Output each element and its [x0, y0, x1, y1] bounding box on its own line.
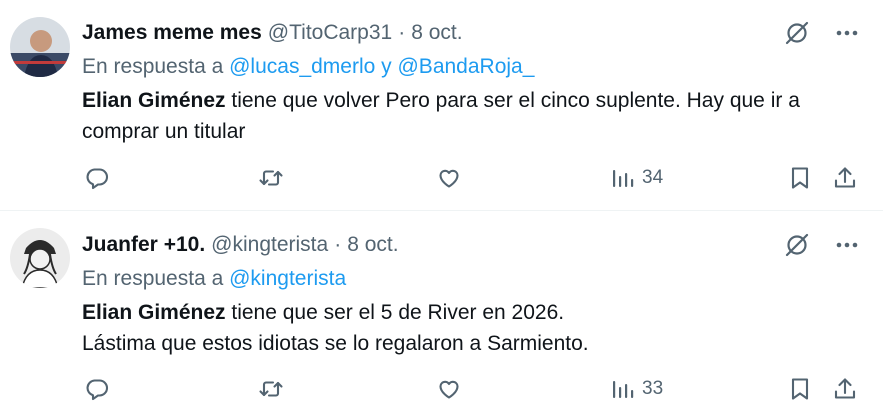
reply-prefix: En respuesta a — [82, 55, 224, 78]
tweet-text-bold: Elian Giménez — [82, 89, 226, 112]
tweet-text: Elian Giménez tiene que ser el 5 de Rive… — [82, 297, 871, 359]
more-icon[interactable] — [833, 231, 861, 259]
tweet[interactable]: Juanfer +10. @kingterista · 8 oct. En re… — [0, 211, 883, 415]
views-count: 34 — [642, 167, 664, 188]
like-icon[interactable] — [436, 162, 462, 194]
tweet-date[interactable]: 8 oct. — [347, 230, 398, 260]
share-icon[interactable] — [832, 373, 858, 405]
tweet-text: Elian Giménez tiene que volver Pero para… — [82, 85, 871, 147]
tweet-text-bold: Elian Giménez — [82, 301, 226, 324]
reply-mentions[interactable]: @lucas_dmerlo y @BandaRoja_ — [229, 55, 534, 78]
share-icon[interactable] — [832, 162, 858, 194]
separator-dot: · — [398, 21, 406, 44]
tweet[interactable]: James meme mes @TitoCarp31 · 8 oct. En r… — [0, 0, 883, 211]
retweet-icon[interactable] — [258, 373, 284, 405]
tweet-actions: 34 — [82, 162, 871, 194]
reply-context: En respuesta a @lucas_dmerlo y @BandaRoj… — [82, 53, 871, 81]
reply-icon[interactable] — [84, 162, 110, 194]
views-button[interactable]: 34 — [610, 162, 663, 194]
views-button[interactable]: 33 — [610, 373, 663, 405]
grok-icon[interactable] — [783, 19, 811, 47]
views-icon — [613, 381, 634, 398]
tweet-actions: 33 — [82, 373, 871, 405]
user-handle[interactable]: @TitoCarp31 — [268, 18, 392, 48]
bookmark-icon[interactable] — [787, 373, 813, 405]
reply-prefix: En respuesta a — [82, 267, 224, 290]
display-name[interactable]: James meme mes — [82, 18, 262, 48]
views-count: 33 — [642, 378, 664, 399]
avatar[interactable] — [10, 17, 70, 77]
tweet-date[interactable]: 8 oct. — [411, 18, 462, 48]
tweet-header: James meme mes @TitoCarp31 · 8 oct. — [82, 18, 871, 48]
views-icon — [613, 170, 634, 187]
user-handle[interactable]: @kingterista — [211, 230, 328, 260]
avatar[interactable] — [10, 228, 70, 288]
bookmark-icon[interactable] — [787, 162, 813, 194]
like-icon[interactable] — [436, 373, 462, 405]
reply-mentions[interactable]: @kingterista — [229, 267, 346, 290]
display-name[interactable]: Juanfer +10. — [82, 230, 205, 260]
more-icon[interactable] — [833, 19, 861, 47]
grok-icon[interactable] — [783, 231, 811, 259]
tweet-header: Juanfer +10. @kingterista · 8 oct. — [82, 230, 871, 260]
reply-context: En respuesta a @kingterista — [82, 265, 871, 293]
retweet-icon[interactable] — [258, 162, 284, 194]
reply-icon[interactable] — [84, 373, 110, 405]
separator-dot: · — [334, 233, 342, 256]
